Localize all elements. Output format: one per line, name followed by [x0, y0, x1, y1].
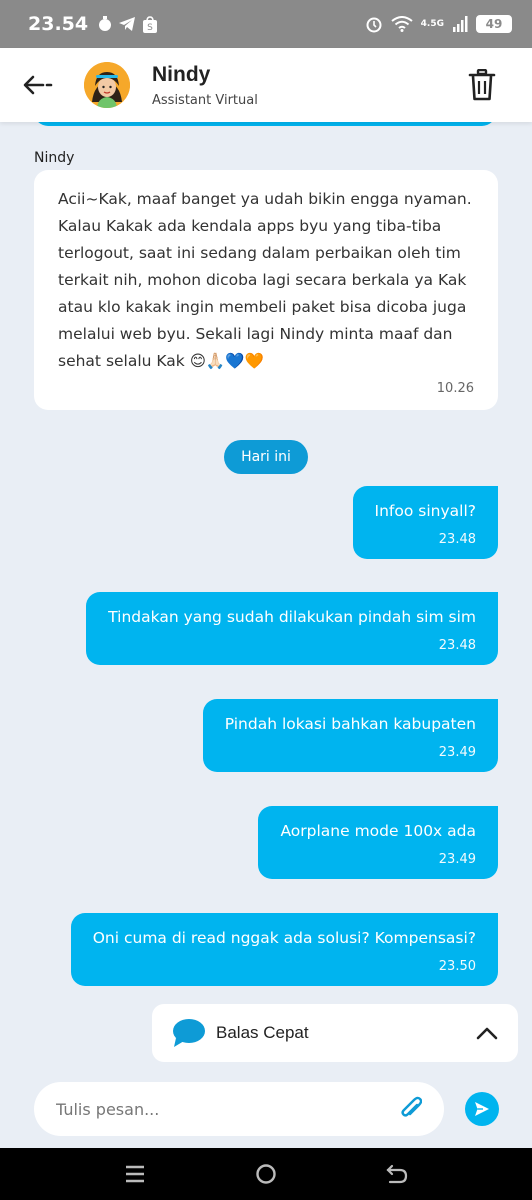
delete-chat-button[interactable]	[468, 68, 496, 101]
assistant-avatar-icon	[84, 62, 130, 108]
battery-indicator: 49	[476, 15, 512, 33]
back-nav-icon[interactable]	[386, 1164, 408, 1184]
notification-icons: S	[98, 15, 158, 33]
back-arrow-icon	[23, 75, 53, 95]
user-message-text: Aorplane mode 100x ada	[280, 822, 476, 840]
bot-message-time: 10.26	[436, 381, 474, 396]
trash-icon	[468, 68, 496, 101]
chevron-up-icon[interactable]	[476, 1026, 498, 1040]
user-message-text: Pindah lokasi bahkan kabupaten	[224, 715, 476, 733]
system-navigation-bar	[0, 1148, 532, 1200]
home-icon[interactable]	[255, 1163, 277, 1185]
stopwatch-icon	[99, 16, 112, 31]
system-icons: 4.5G 49	[365, 15, 512, 33]
chat-messages[interactable]: Nindy Acii~Kak, maaf banget ya udah biki…	[0, 122, 532, 990]
user-message-time: 23.48	[438, 638, 476, 653]
user-message-time: 23.49	[438, 745, 476, 760]
wifi-icon	[391, 16, 413, 32]
avatar	[84, 62, 130, 108]
previous-message-edge	[34, 122, 496, 126]
user-message-time: 23.48	[438, 532, 476, 547]
speech-bubble-icon	[173, 1019, 205, 1047]
user-message-bubble: Infoo sinyall? 23.48	[352, 486, 498, 559]
status-bar: 23.54 S 4.5G 49	[0, 0, 532, 48]
bot-message-bubble: Acii~Kak, maaf banget ya udah bikin engg…	[34, 170, 498, 410]
chat-header: Nindy Assistant Virtual	[0, 48, 532, 122]
send-icon	[475, 1102, 489, 1116]
shopee-icon: S	[143, 15, 158, 33]
user-message-time: 23.50	[438, 959, 476, 974]
user-message-time: 23.49	[438, 852, 476, 867]
sender-name: Nindy	[34, 150, 75, 166]
alarm-icon	[366, 17, 382, 33]
send-button[interactable]	[465, 1092, 499, 1126]
recent-apps-icon[interactable]	[124, 1164, 146, 1184]
user-message-bubble: Aorplane mode 100x ada 23.49	[258, 806, 498, 879]
message-input[interactable]	[56, 1099, 400, 1119]
telegram-icon	[119, 17, 136, 31]
quick-reply-panel[interactable]: Balas Cepat	[152, 1004, 518, 1062]
user-message-text: Tindakan yang sudah dilakukan pindah sim…	[108, 608, 476, 626]
user-message-text: Oni cuma di read nggak ada solusi? Kompe…	[92, 929, 476, 947]
status-time: 23.54	[28, 13, 89, 35]
contact-subtitle: Assistant Virtual	[152, 92, 258, 108]
user-message-bubble: Tindakan yang sudah dilakukan pindah sim…	[86, 592, 498, 665]
svg-text:S: S	[147, 23, 153, 33]
day-separator-chip: Hari ini	[224, 440, 308, 474]
header-text: Nindy Assistant Virtual	[152, 63, 258, 108]
network-type: 4.5G	[420, 19, 444, 29]
message-composer	[34, 1082, 444, 1136]
bot-message-text: Acii~Kak, maaf banget ya udah bikin engg…	[58, 190, 472, 370]
user-message-bubble: Pindah lokasi bahkan kabupaten 23.49	[202, 699, 498, 772]
signal-icon	[453, 16, 468, 32]
quick-reply-label: Balas Cepat	[216, 1023, 309, 1042]
back-button[interactable]	[6, 48, 70, 122]
paperclip-icon[interactable]	[400, 1096, 422, 1122]
contact-name: Nindy	[152, 62, 211, 86]
battery-level: 49	[485, 17, 503, 31]
user-message-bubble: Oni cuma di read nggak ada solusi? Kompe…	[70, 913, 498, 986]
user-message-text: Infoo sinyall?	[374, 502, 476, 520]
